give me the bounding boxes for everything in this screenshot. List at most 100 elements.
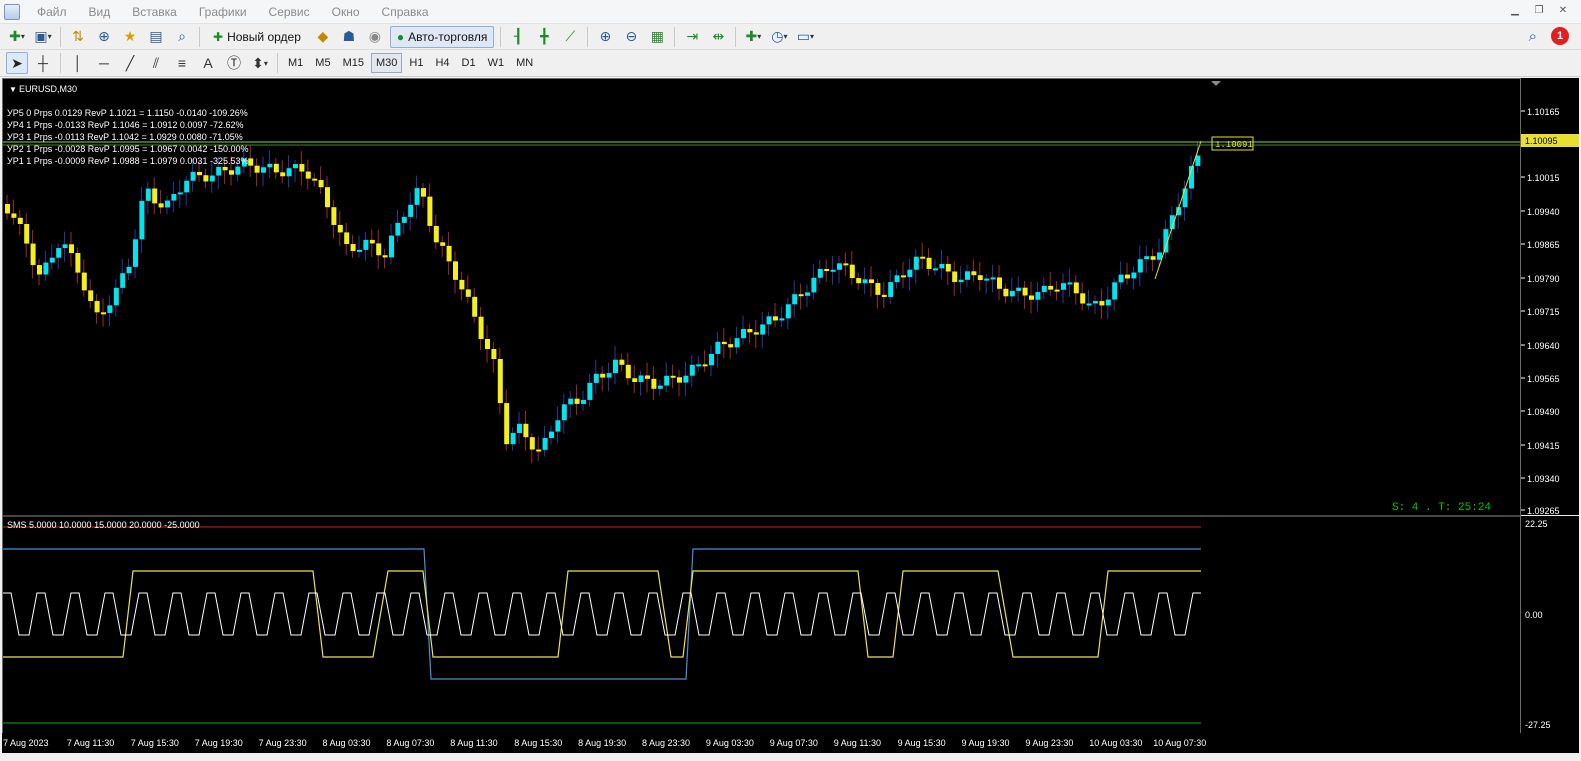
zoom-in-button[interactable]: ⊕ [594,26,616,48]
candle-body [56,248,62,258]
zoom-in-icon: ⊕ [599,28,612,44]
autoscroll-icon: ⇥ [686,28,699,44]
candle-body [229,170,234,175]
candle-body [523,423,529,438]
candle-body [997,277,1002,289]
notification-badge[interactable]: 1 [1551,27,1569,45]
bar-chart-button[interactable]: ┨ [507,26,529,48]
channel-button[interactable]: ⫽ [145,52,167,74]
arrows-button[interactable]: ⬍ ▾ [249,52,271,74]
candle-body [529,437,535,450]
new-chart-button[interactable]: ✚ ▾ [6,26,28,48]
app-icon [4,3,20,20]
price-axis[interactable]: 1.10165 1.10015 1.09940 1.09865 1.09790 1.097… [1521,78,1579,516]
timeframe-m15-button[interactable]: M15 [338,53,369,73]
menu-file[interactable]: Файл [26,0,78,24]
candle-body [920,256,926,259]
zoom-out-button[interactable]: ⊖ [620,26,642,48]
menu-window[interactable]: Окно [321,0,371,24]
text-label-button[interactable]: Ⓣ [223,52,245,74]
line-chart-button[interactable]: ⟋ [559,26,581,48]
sms-white-line [3,592,1201,636]
new-order-button[interactable]: ✚ Новый ордер [206,26,308,48]
menu-insert[interactable]: Вставка [121,0,188,24]
autoscroll-button[interactable]: ⇥ [681,26,703,48]
minimize-icon[interactable]: ▁ [1507,3,1523,19]
terminal-button[interactable]: ▤ [145,26,167,48]
crosshair-button[interactable]: ┼ [32,52,54,74]
candle-body [907,269,913,277]
timeframe-h4-button[interactable]: H4 [430,53,454,73]
restore-icon[interactable]: ❐ [1531,3,1547,19]
autotrade-button[interactable]: ● Авто-торговля [389,25,495,48]
price-chart-canvas[interactable]: ▼ EURUSD,M30 УР5 0 Prps 0.0129 RevP 1.10… [3,79,1520,752]
menu-help[interactable]: Справка [371,0,440,24]
candle-body [401,216,407,223]
trendline-button[interactable]: ╱ [119,52,141,74]
candle-body [101,312,106,315]
menu-view[interactable]: Вид [78,0,122,24]
tile-windows-button[interactable]: ▦ [646,26,668,48]
candle-body [49,257,55,263]
timeframe-w1-button[interactable]: W1 [483,53,510,73]
close-icon[interactable]: ✕ [1555,3,1571,19]
time-tick-label: 8 Aug 23:30 [642,738,690,748]
indicator-tick-label: -27.25 [1525,720,1551,730]
timeframe-m5-button[interactable]: M5 [310,53,335,73]
timeframe-m30-button[interactable]: M30 [370,53,403,73]
menu-tools[interactable]: Сервис [258,0,321,24]
candle-body [862,279,868,284]
timeframe-mn-button[interactable]: MN [511,53,538,73]
price-tick-label: 1.09865 [1527,240,1560,250]
candle-body [414,188,420,205]
periods-button[interactable]: ◷ ▾ [768,26,790,48]
indicators-button[interactable]: ✚ ▾ [742,26,764,48]
market-watch-button[interactable]: ⇅ [67,26,89,48]
candle-body [459,279,465,290]
metaeditor-button[interactable]: ◆ [312,26,334,48]
timeframe-d1-button[interactable]: D1 [457,53,481,73]
data-window-button[interactable]: ⊕ [93,26,115,48]
tester-button[interactable]: ⌕ [171,26,193,48]
candle-body [843,263,849,266]
candle-body [357,249,362,252]
cursor-button[interactable]: ➤ [6,52,28,74]
candle-body [945,263,951,272]
timeframe-h1-button[interactable]: H1 [404,53,428,73]
profiles-button[interactable]: ▣ ▾ [32,26,54,48]
indicator-axis[interactable]: 22.25 0.00 -27.25 [1521,516,1579,733]
candle-body [536,449,542,452]
account-button[interactable]: ☗ [338,26,360,48]
candle-body [107,305,113,313]
timeframe-m1-button[interactable]: M1 [283,53,308,73]
menu-charts[interactable]: Графики [188,0,258,24]
candle-body [811,277,817,293]
candle-body [830,269,836,272]
chart-shift-marker[interactable] [1211,81,1221,86]
candle-body [984,278,990,281]
candle-chart-button[interactable]: ╋ [533,26,555,48]
candle-body [952,271,958,282]
candle-body [453,261,458,280]
candle-body [497,359,503,404]
candle-body [619,359,625,365]
chart-collapse-icon[interactable]: ▼ [9,85,17,94]
signals-button[interactable]: ◉ [364,26,386,48]
vertical-line-button[interactable]: │ [67,52,89,74]
navigator-button[interactable]: ★ [119,26,141,48]
search-icon[interactable]: ⌕ [1529,28,1537,45]
templates-button[interactable]: ▭ ▾ [794,26,816,48]
toolbar-divider [587,26,589,47]
crosshair-icon: ┼ [38,55,48,71]
chart-shift-button[interactable]: ⇹ [707,26,729,48]
chart-window[interactable]: ▼ EURUSD,M30 УР5 0 Prps 0.0129 RevP 1.10… [2,78,1521,753]
candle-body [792,294,798,305]
price-tick-label: 1.09490 [1527,407,1560,417]
time-axis[interactable]: 7 Aug 2023 7 Aug 11:30 7 Aug 15:30 7 Aug 19… [2,733,1579,753]
candle-body [30,243,36,266]
fibonacci-button[interactable]: ≡ [171,52,193,74]
text-button[interactable]: A [197,52,219,74]
horizontal-line-button[interactable]: ─ [93,52,115,74]
indicator-label: SMS 5.0000 10.0000 15.0000 20.0000 -25.0… [7,520,200,530]
toolbar-divider [735,26,737,47]
